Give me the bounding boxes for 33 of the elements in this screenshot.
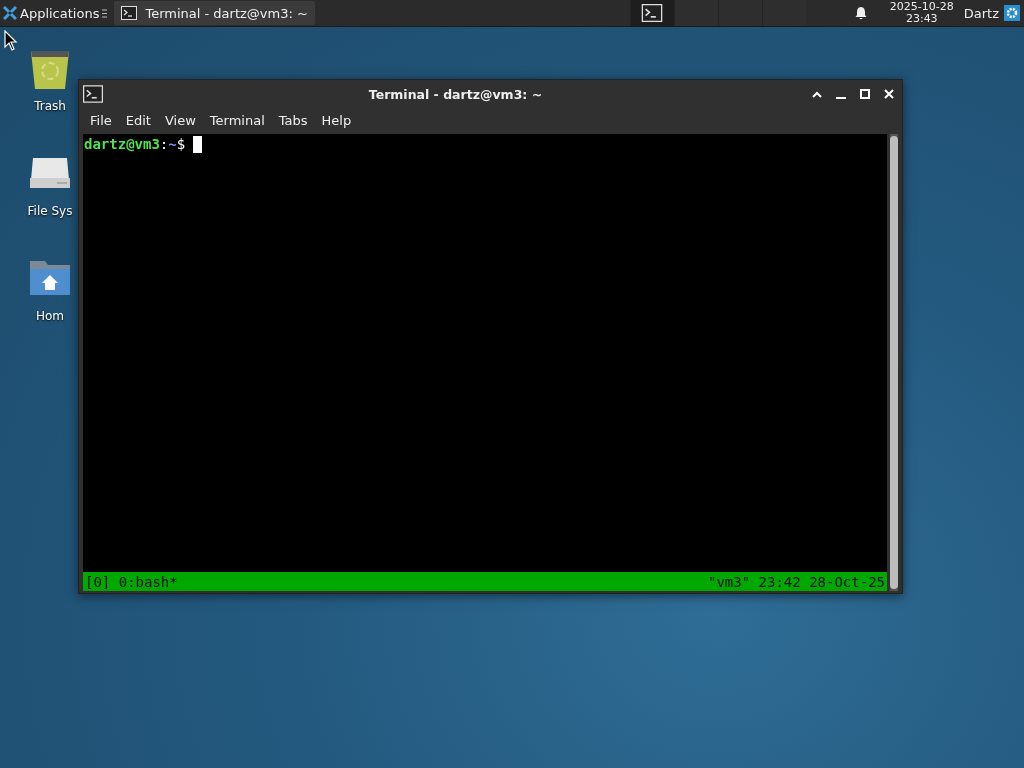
notification-bell-icon[interactable] [853,6,868,20]
mouse-pointer-icon [4,30,18,52]
taskbar-button[interactable]: Terminal - dartz@vm3: ~ [114,1,315,25]
caret-up-icon [812,90,822,98]
desktop-icon-label[interactable]: Trash [34,99,66,113]
clock-date: 2025-10-28 [889,1,954,13]
terminal-icon [83,85,103,103]
minimize-icon [836,97,846,99]
desktop-icon-label[interactable]: Hom [35,309,65,323]
terminal-icon [121,6,138,20]
menu-item[interactable]: View [157,112,203,128]
maximize-icon [860,89,870,99]
clock-time: 23:43 [905,13,938,25]
applications-menu[interactable]: Applications [0,0,111,26]
shell-prompt: dartz@vm3:~$ [84,136,186,152]
menu-item[interactable]: Tabs [271,112,315,128]
menu-item[interactable]: Edit [118,112,158,128]
menu-icon [102,8,108,18]
close-icon [884,89,894,99]
text-cursor [193,136,203,153]
menu-item[interactable]: Terminal [202,112,272,128]
menu-item[interactable]: Help [314,112,359,128]
scrollbar[interactable] [890,134,898,591]
user-name[interactable]: Dartz [963,5,999,21]
terminal-screen[interactable]: dartz@vm3:~$ [0] 0:bash* "vm3" 23:42 28-Oct-25 [83,134,887,591]
gear-icon[interactable] [1004,5,1020,21]
desktop-icon-label[interactable]: File Sys [27,204,73,218]
menu-item[interactable]: File [83,112,119,128]
window-title: Terminal - dartz@vm3: ~ [367,86,544,102]
status-right-text: "vm3" 23:42 28-Oct-25 [708,573,885,590]
workspace-button[interactable] [629,0,674,26]
app-menu-icon [3,6,17,20]
status-left-text: [0] 0:bash* [85,573,178,590]
